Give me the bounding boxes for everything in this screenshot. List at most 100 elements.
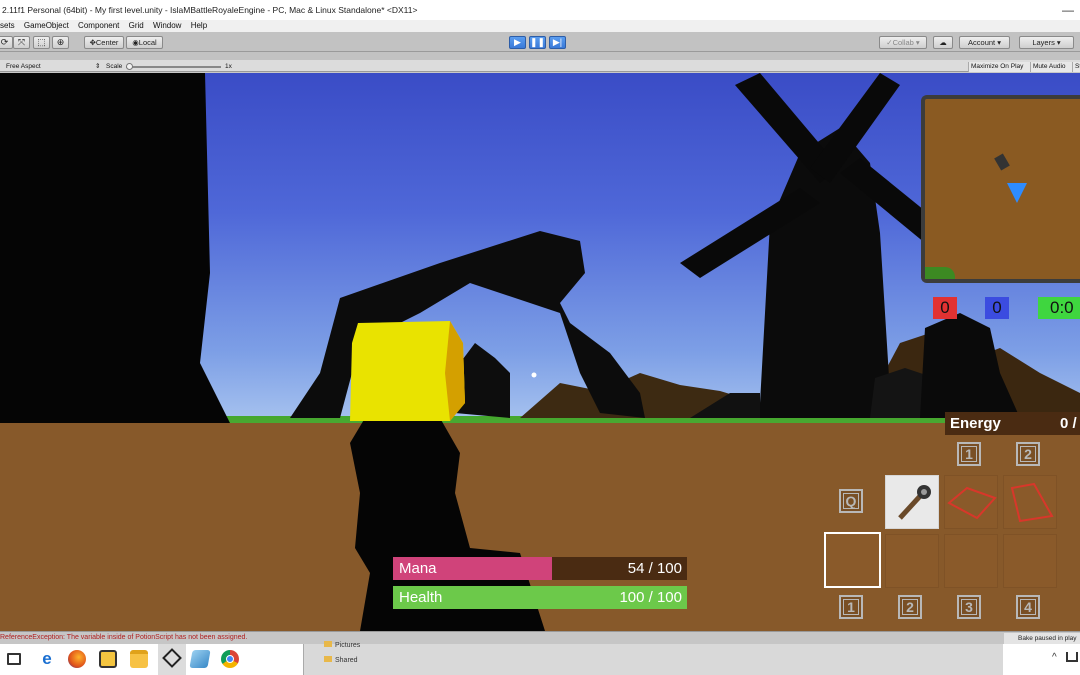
folder-icon <box>324 656 332 662</box>
rect-tool-icon[interactable]: ⬚ <box>33 36 50 49</box>
skill-slot-2[interactable] <box>944 475 998 529</box>
tray-chevron-icon[interactable]: ^ <box>1052 652 1057 663</box>
mana-label: Mana <box>399 560 437 577</box>
collab-button[interactable]: ✓Collab ▾ <box>879 36 927 49</box>
media-icon[interactable] <box>99 650 117 668</box>
menu-bar: sets GameObject Component Grid Window He… <box>0 20 1080 32</box>
play-button[interactable]: ▶ <box>509 36 526 49</box>
mana-value: 54 / 100 <box>627 560 682 577</box>
hotbar-slot-2[interactable] <box>885 534 939 588</box>
menu-help[interactable]: Help <box>191 21 207 30</box>
maximize-label: Maximize On Play <box>971 63 1024 70</box>
explorer-item-shared[interactable]: Shared <box>324 656 358 664</box>
file-explorer-icon[interactable] <box>130 650 148 668</box>
hotbar-key-2: 2 <box>898 595 922 619</box>
firefox-icon[interactable] <box>68 650 86 668</box>
scale-label: Scale <box>106 63 123 70</box>
transform-tool-icon[interactable]: ⊕ <box>52 36 69 49</box>
tree-trunk <box>0 73 230 423</box>
bake-status: Bake paused in play <box>1004 633 1080 644</box>
menu-component[interactable]: Component <box>78 21 119 30</box>
score-red: 0 <box>933 297 957 319</box>
hotbar-key-4: 4 <box>1016 595 1040 619</box>
stats-toggle[interactable]: St <box>1072 62 1080 72</box>
pivot-center-button[interactable]: ✥Center <box>84 36 124 49</box>
account-label: Account <box>968 38 996 47</box>
hotbar-key-4-label: 4 <box>1024 599 1032 615</box>
explorer-item-shared-label: Shared <box>335 657 358 664</box>
spell-crystal-icon <box>1010 482 1054 523</box>
aspect-dropdown[interactable]: Free Aspect <box>6 61 41 72</box>
spell-rune-icon <box>947 486 997 520</box>
layers-dropdown[interactable]: Layers ▾ <box>1019 36 1074 49</box>
unity-taskbar-button[interactable] <box>158 644 186 675</box>
mana-bar: Mana 54 / 100 <box>393 557 687 580</box>
app-icon[interactable] <box>189 650 211 668</box>
scale-value: 1x <box>225 63 232 70</box>
game-view-header: Free Aspect ⇕ Scale 1x Maximize On Play … <box>0 52 1080 72</box>
hotbar-key-3: 3 <box>957 595 981 619</box>
energy-value: 0 / <box>1060 415 1077 432</box>
cloud-icon: ☁ <box>939 38 947 47</box>
minimap[interactable] <box>921 95 1080 283</box>
explorer-window-strip: Pictures Shared <box>303 641 1003 675</box>
scale-slider[interactable] <box>126 63 221 70</box>
hotbar-slot-3[interactable] <box>944 534 998 588</box>
energy-label: Energy <box>950 415 1001 432</box>
hotbar-key-3-label: 3 <box>965 599 973 615</box>
tray-network-icon[interactable] <box>1066 652 1078 662</box>
rotate-tool-icon[interactable]: ⟳ <box>0 36 13 49</box>
spell-rune-shape <box>947 486 997 520</box>
hotbar-slot-1[interactable] <box>824 532 881 588</box>
score-blue-value: 0 <box>992 298 1002 317</box>
step-button[interactable]: ▶| <box>549 36 566 49</box>
step-icon: ▶| <box>552 37 563 47</box>
ability-key-q: Q <box>839 489 863 513</box>
main-toolbar: ⟳ ⤧ ⬚ ⊕ ✥Center ◉Local ▶ ❚❚ ▶| ✓Collab ▾… <box>0 32 1080 52</box>
pivot-center-label: Center <box>95 38 119 47</box>
hotbar-slot-4[interactable] <box>1003 534 1057 588</box>
aspect-label: Free Aspect <box>6 63 41 70</box>
hotbar-key-1: 1 <box>839 595 863 619</box>
hotbar-key-1-label: 1 <box>847 599 855 615</box>
minimize-button[interactable]: — <box>1062 0 1074 20</box>
game-viewport[interactable]: 0 0 0:0 Energy 0 / 1 2 Q 1 2 3 4 Mana 54… <box>0 73 1080 631</box>
stats-label: St <box>1075 63 1080 70</box>
cloud-button[interactable]: ☁ <box>933 36 953 49</box>
minimap-grass <box>925 267 955 279</box>
menu-gameobject[interactable]: GameObject <box>24 21 69 30</box>
ability-key-q-label: Q <box>845 493 857 509</box>
skill-slot-weapon[interactable] <box>885 475 939 529</box>
bake-status-text: Bake paused in play <box>1018 635 1077 642</box>
staff-icon-shaft <box>898 492 924 520</box>
folder-icon <box>324 641 332 647</box>
menu-grid[interactable]: Grid <box>129 21 144 30</box>
unity-icon <box>162 648 182 668</box>
health-value: 100 / 100 <box>619 589 682 606</box>
score-blue: 0 <box>985 297 1009 319</box>
staff-icon-gem <box>921 489 927 495</box>
console-status-bar[interactable]: ReferenceException: The variable inside … <box>0 631 1080 644</box>
space-local-button[interactable]: ◉Local <box>126 36 163 49</box>
menu-assets[interactable]: sets <box>0 21 15 30</box>
hotbar-key-2-label: 2 <box>906 599 914 615</box>
edge-icon[interactable]: e <box>38 650 56 668</box>
aspect-arrow-icon[interactable]: ⇕ <box>95 61 100 72</box>
sun-dot <box>531 372 537 378</box>
chrome-icon[interactable] <box>221 650 239 668</box>
scale-slider-handle[interactable] <box>126 63 133 70</box>
console-error-text[interactable]: ReferenceException: The variable inside … <box>0 634 247 641</box>
pause-button[interactable]: ❚❚ <box>529 36 546 49</box>
chrome-icon-center <box>226 655 234 663</box>
energy-bar: Energy 0 / <box>945 412 1080 435</box>
account-dropdown[interactable]: Account ▾ <box>959 36 1010 49</box>
explorer-item-pictures[interactable]: Pictures <box>324 641 360 649</box>
mute-audio-toggle[interactable]: Mute Audio <box>1030 62 1072 72</box>
menu-window[interactable]: Window <box>153 21 181 30</box>
health-bar: Health 100 / 100 <box>393 586 687 609</box>
skill-key-1: 1 <box>957 442 981 466</box>
task-view-icon[interactable] <box>7 653 21 665</box>
skill-slot-3[interactable] <box>1003 475 1057 529</box>
maximize-on-play-toggle[interactable]: Maximize On Play <box>968 62 1030 72</box>
scale-tool-icon[interactable]: ⤧ <box>13 36 30 49</box>
